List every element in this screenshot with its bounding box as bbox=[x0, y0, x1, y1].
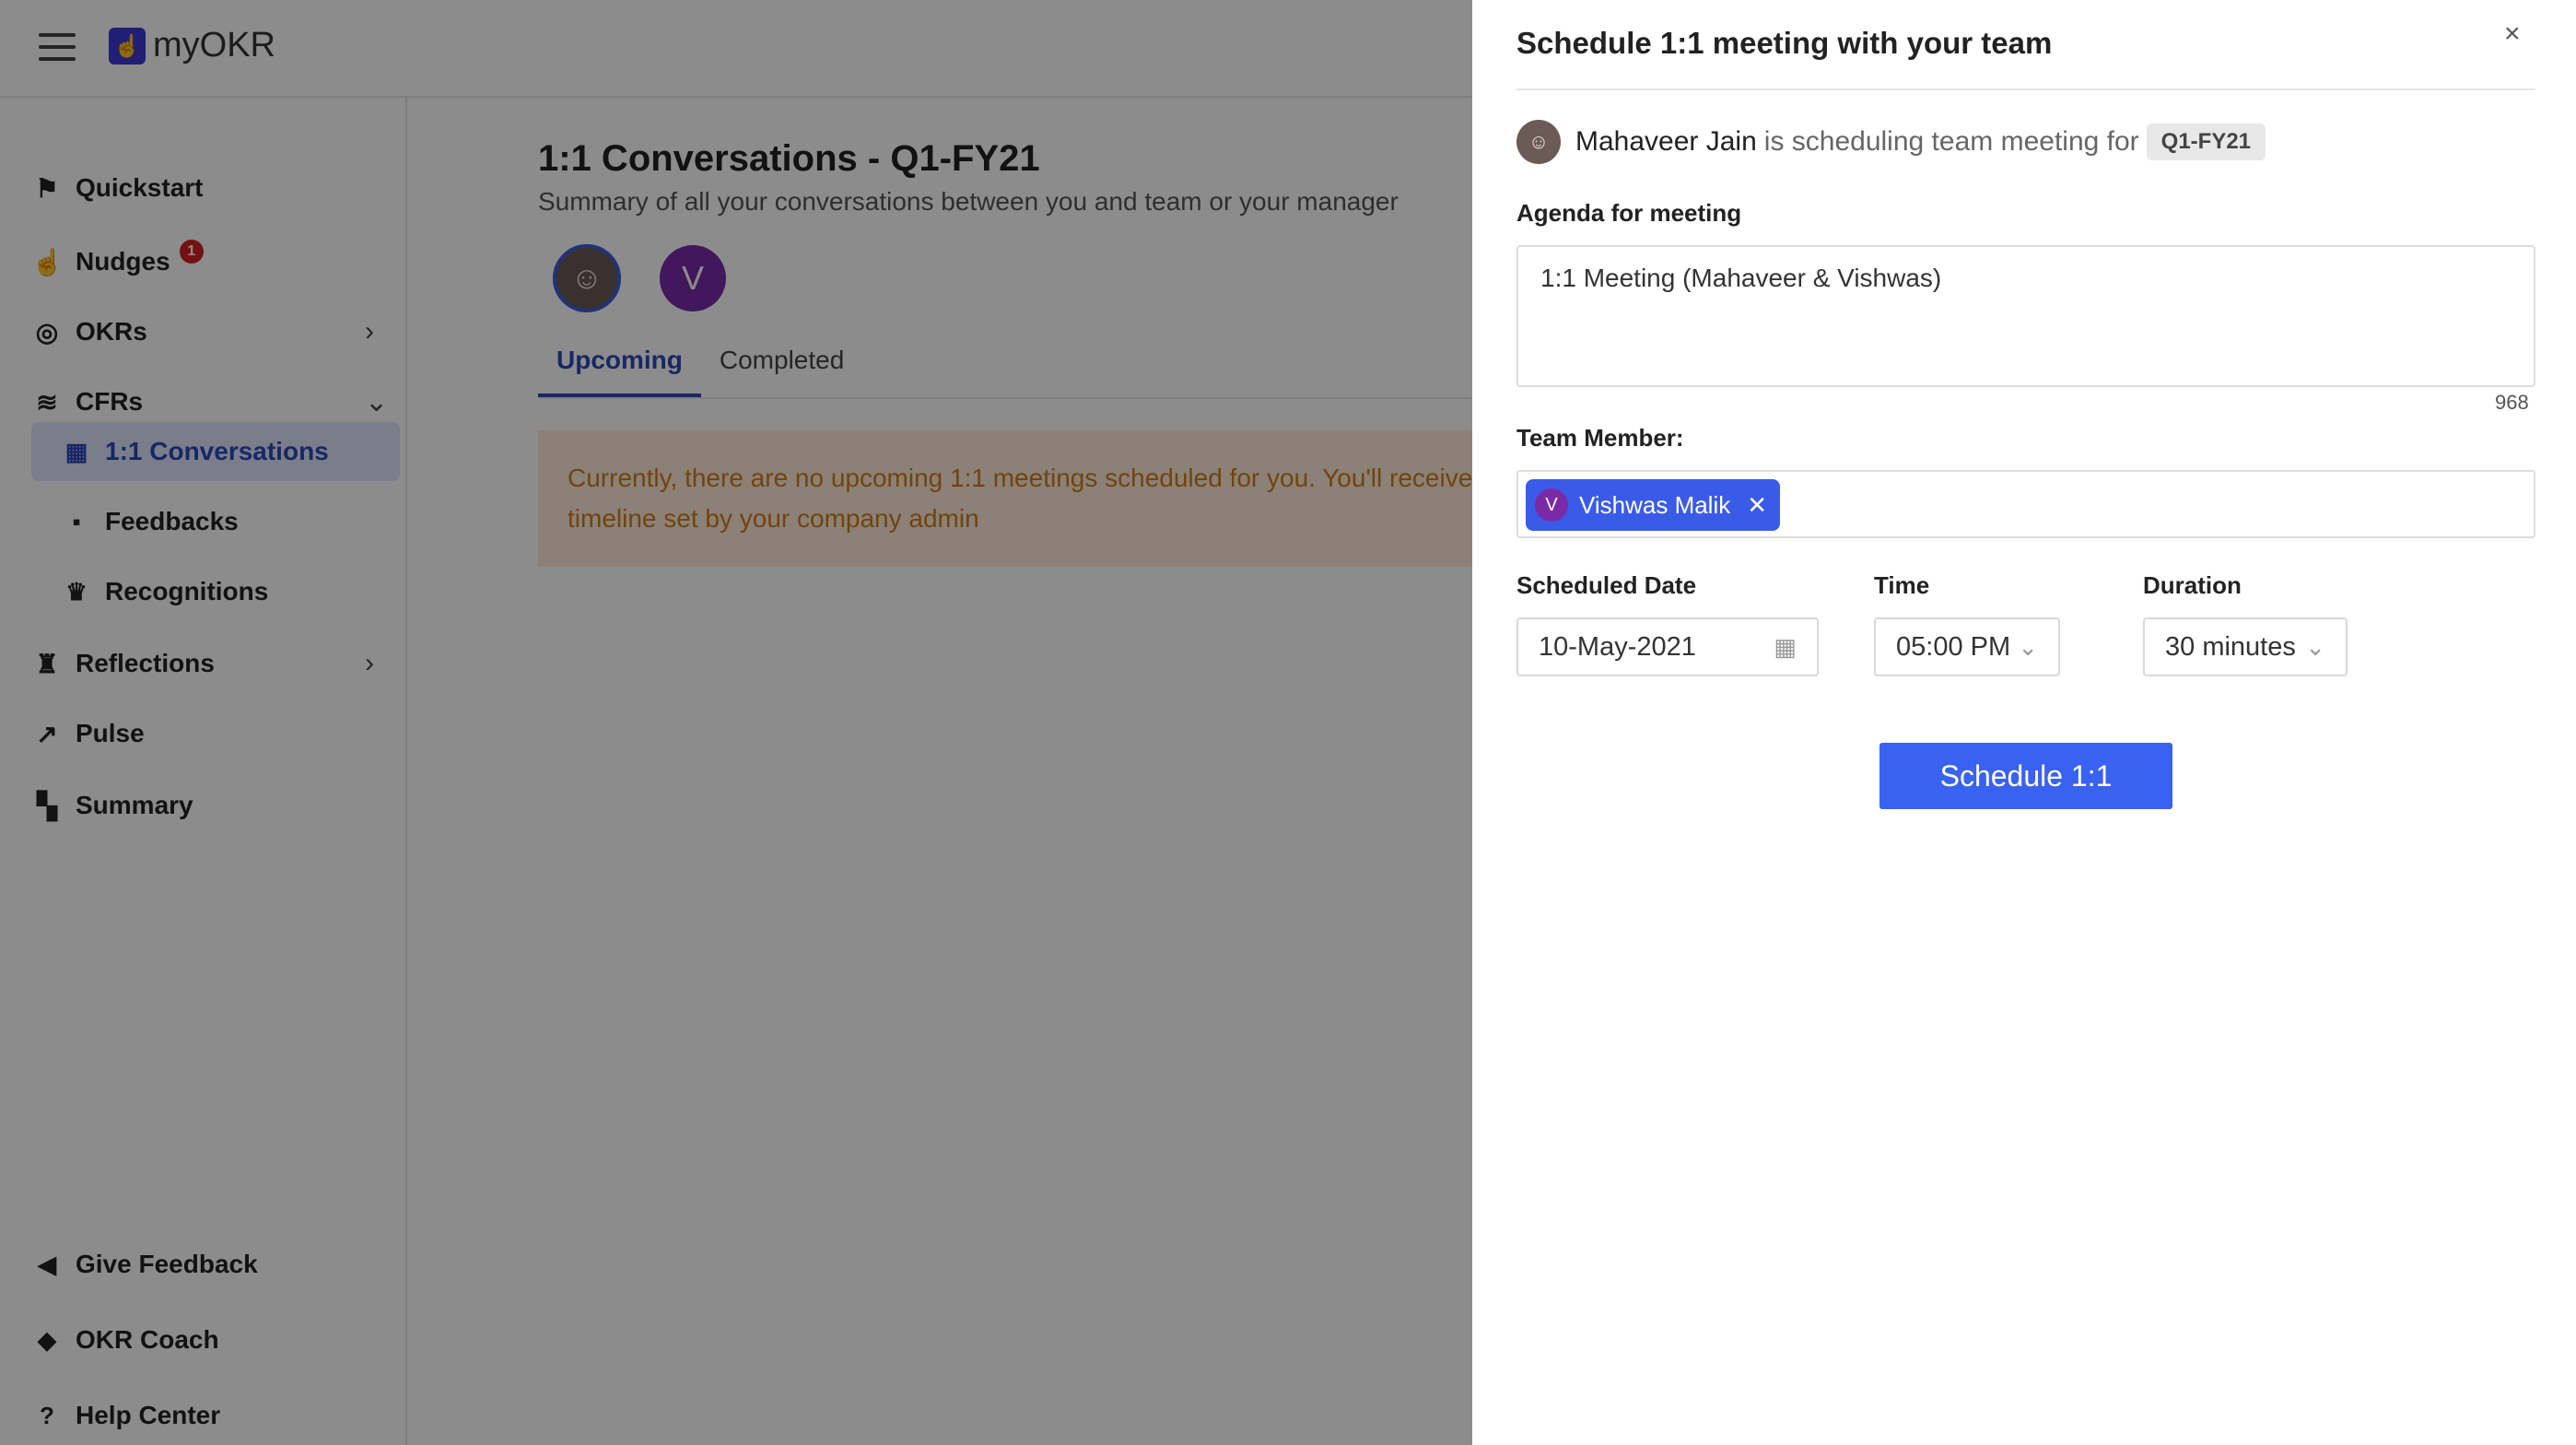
scheduler-name: Mahaveer Jain bbox=[1575, 126, 1757, 157]
chevron-down-icon: ⌄ bbox=[2018, 632, 2038, 661]
duration-value: 30 minutes bbox=[2165, 631, 2296, 662]
team-member-select[interactable]: V Vishwas Malik ✕ bbox=[1516, 470, 2535, 538]
time-value: 05:00 PM bbox=[1896, 631, 2011, 662]
member-tag: V Vishwas Malik ✕ bbox=[1526, 479, 1781, 531]
duration-select[interactable]: 30 minutes ⌄ bbox=[2143, 617, 2348, 676]
date-picker[interactable]: 10-May-2021 ▦ bbox=[1516, 617, 1819, 676]
chevron-down-icon: ⌄ bbox=[2305, 632, 2325, 661]
character-counter: 968 bbox=[2495, 391, 2529, 414]
modal-overlay[interactable] bbox=[0, 0, 1472, 1445]
scheduler-text: is scheduling team meeting for bbox=[1763, 126, 2139, 157]
drawer-title: Schedule 1:1 meeting with your team bbox=[1516, 26, 2053, 60]
agenda-textarea[interactable]: 1:1 Meeting (Mahaveer & Vishwas) bbox=[1516, 245, 2535, 387]
team-member-label: Team Member: bbox=[1516, 424, 1684, 452]
date-value: 10-May-2021 bbox=[1539, 631, 1696, 662]
drawer-divider bbox=[1516, 88, 2535, 90]
avatar: ☺ bbox=[1516, 120, 1561, 164]
close-icon[interactable]: × bbox=[2504, 18, 2521, 50]
agenda-label: Agenda for meeting bbox=[1516, 199, 1742, 227]
schedule-button[interactable]: Schedule 1:1 bbox=[1879, 743, 2172, 809]
duration-label: Duration bbox=[2143, 571, 2242, 599]
time-select[interactable]: 05:00 PM ⌄ bbox=[1874, 617, 2060, 676]
scheduler-info: ☺ Mahaveer Jain is scheduling team meeti… bbox=[1516, 120, 2266, 164]
quarter-badge: Q1-FY21 bbox=[2146, 123, 2266, 160]
time-label: Time bbox=[1874, 571, 1930, 599]
calendar-icon: ▦ bbox=[1774, 632, 1797, 661]
member-name: Vishwas Malik bbox=[1579, 490, 1731, 519]
date-label: Scheduled Date bbox=[1516, 571, 1697, 599]
remove-member-icon[interactable]: ✕ bbox=[1747, 491, 1767, 520]
schedule-drawer: Schedule 1:1 meeting with your team × ☺ … bbox=[1472, 0, 2576, 1445]
member-avatar: V bbox=[1535, 488, 1568, 522]
